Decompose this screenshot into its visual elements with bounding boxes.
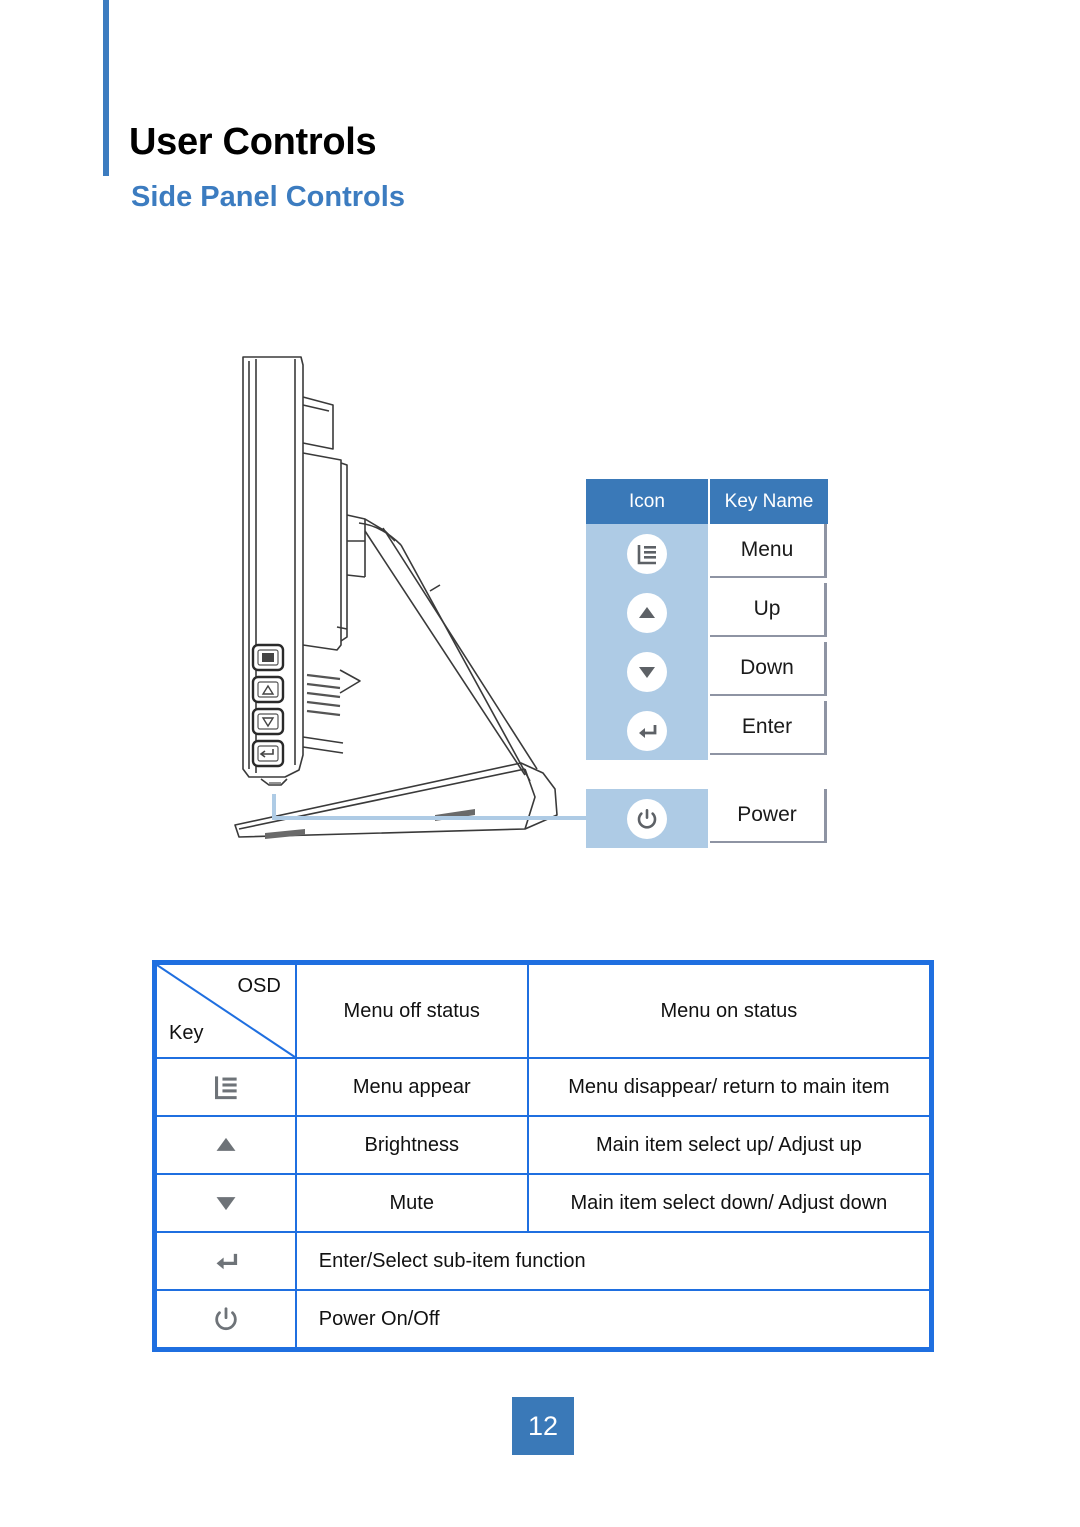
key-table-power-row: Power <box>586 789 827 848</box>
page-title: User Controls <box>129 121 377 163</box>
key-table-name-column: Menu Up Down Enter <box>710 524 827 760</box>
key-table-icon-cell <box>586 789 708 848</box>
column-header-menu-off: Menu off status <box>294 963 529 1059</box>
table-row: Mute Main item select down/ Adjust down <box>155 1173 932 1233</box>
cell-power-description: Power On/Off <box>294 1289 932 1349</box>
key-table-icon-cell <box>586 642 708 701</box>
cell-menu-off: Menu appear <box>294 1057 529 1117</box>
row-icon-menu <box>155 1057 297 1117</box>
cell-menu-on: Main item select down/ Adjust down <box>526 1173 932 1233</box>
key-table-icon-cell <box>586 524 708 583</box>
corner-label-key: Key <box>169 1022 204 1044</box>
power-icon <box>627 798 667 839</box>
corner-label-osd: OSD <box>237 975 281 997</box>
key-name-cell: Enter <box>710 701 827 755</box>
table-row: Brightness Main item select up/ Adjust u… <box>155 1115 932 1175</box>
osd-key-function-table: OSD Key Menu off status Menu on status M… <box>152 960 934 1352</box>
monitor-side-view-illustration <box>225 345 585 860</box>
cell-menu-off: Brightness <box>294 1115 529 1175</box>
menu-icon <box>627 533 667 574</box>
key-name-cell: Menu <box>710 524 827 578</box>
row-icon-enter <box>155 1231 297 1291</box>
cell-menu-off: Mute <box>294 1173 529 1233</box>
row-icon-power <box>155 1289 297 1349</box>
table-row: Menu appear Menu disappear/ return to ma… <box>155 1057 932 1117</box>
key-name-table: Icon Key Name Menu Up Down Enter Power <box>586 479 828 848</box>
key-table-header-icon: Icon <box>586 479 708 524</box>
column-header-menu-on: Menu on status <box>526 963 932 1059</box>
table-row: Enter/Select sub-item function <box>155 1231 932 1291</box>
power-callout-connector <box>272 794 586 820</box>
key-table-header-key-name: Key Name <box>710 479 828 524</box>
key-table-header-row: Icon Key Name <box>586 479 828 524</box>
key-name-cell: Down <box>710 642 827 696</box>
key-table-icon-cell <box>586 701 708 760</box>
table-header-row: OSD Key Menu off status Menu on status <box>155 963 932 1059</box>
osd-key-corner-cell: OSD Key <box>155 963 297 1059</box>
cell-enter-description: Enter/Select sub-item function <box>294 1231 932 1291</box>
up-arrow-icon <box>627 592 667 633</box>
cell-menu-on: Main item select up/ Adjust up <box>526 1115 932 1175</box>
enter-icon <box>627 710 667 751</box>
key-name-cell: Up <box>710 583 827 637</box>
key-name-cell: Power <box>710 789 827 843</box>
cell-menu-on: Menu disappear/ return to main item <box>526 1057 932 1117</box>
page-number: 12 <box>512 1397 574 1455</box>
table-row: Power On/Off <box>155 1289 932 1349</box>
down-arrow-icon <box>627 651 667 692</box>
row-icon-down <box>155 1173 297 1233</box>
row-icon-up <box>155 1115 297 1175</box>
key-table-name-column: Power <box>710 789 827 848</box>
page-subtitle: Side Panel Controls <box>131 181 405 213</box>
key-table-icon-cell <box>586 583 708 642</box>
key-table-icon-column <box>586 524 708 760</box>
header-accent-bar <box>103 0 109 176</box>
